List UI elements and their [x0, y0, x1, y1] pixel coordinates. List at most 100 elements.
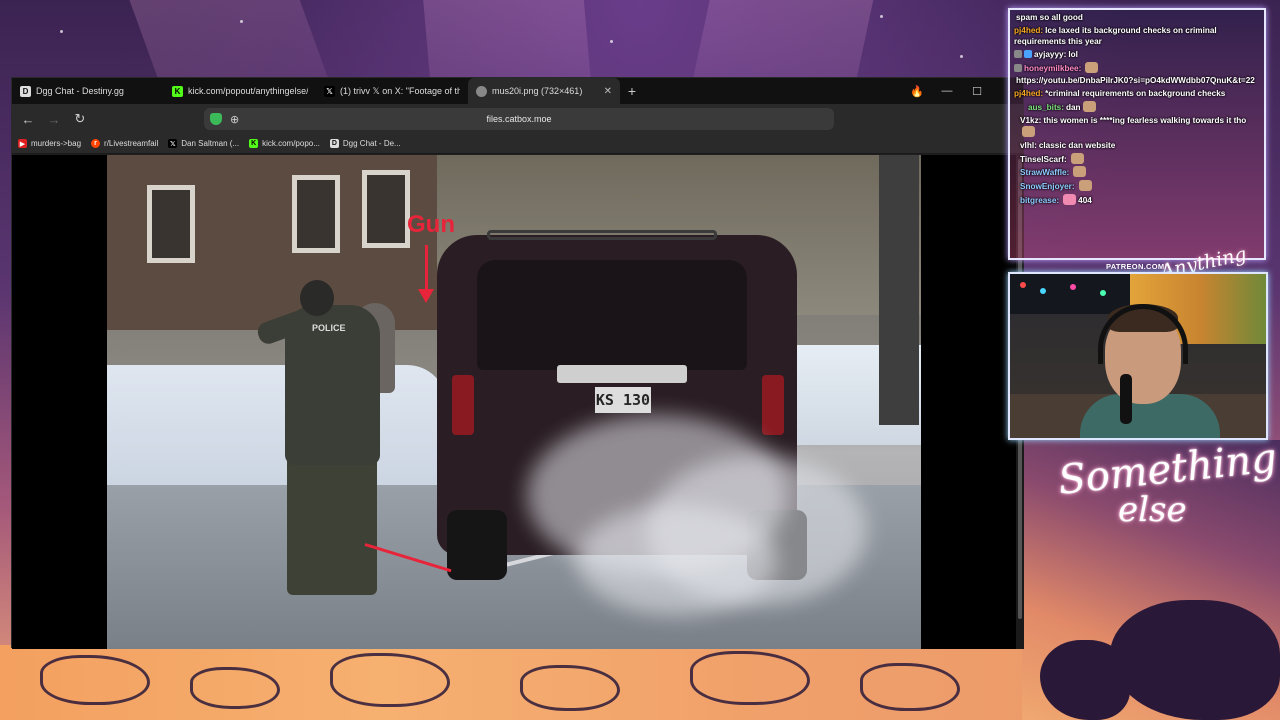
- chat-username: vlhl:: [1020, 140, 1037, 150]
- ground-crack: [860, 663, 960, 711]
- bookmark-dgg-chat[interactable]: D Dgg Chat - De...: [329, 139, 401, 148]
- window-controls: 🔥 — ☐: [902, 78, 992, 104]
- emote-icon: [1063, 193, 1077, 205]
- chat-message: spam so all good: [1016, 13, 1083, 22]
- suv-chrome-bar: [557, 365, 687, 383]
- tab-title: Dgg Chat - Destiny.gg: [36, 86, 124, 96]
- maximize-button[interactable]: ☐: [962, 85, 992, 98]
- bookmark-label: Dgg Chat - De...: [342, 139, 401, 148]
- badge-icon: [1024, 49, 1032, 58]
- chat-message: ayjayyy: lol: [1014, 49, 1260, 60]
- microphone: [1120, 374, 1132, 424]
- reload-icon[interactable]: ↻: [70, 111, 90, 127]
- emote-icon: [1085, 61, 1099, 73]
- webcam-feed: [1008, 272, 1268, 440]
- bookmark-label: kick.com/popo...: [262, 139, 320, 148]
- tab-x-post[interactable]: 𝕏 (1) trivv 𝕏 on X: "Footage of the ice: [316, 78, 468, 104]
- exhaust-cloud: [577, 505, 777, 615]
- image-icon: [476, 85, 487, 97]
- license-plate: KS 130: [595, 387, 651, 413]
- pole: [879, 155, 919, 425]
- chat-username: StrawWaffle:: [1020, 168, 1070, 178]
- ground-crack: [190, 667, 280, 709]
- chat-username: V1kz:: [1020, 115, 1042, 125]
- emote-icon: [1078, 180, 1092, 192]
- chat-message: TinselScarf:: [1014, 152, 1260, 165]
- destiny-icon: D: [20, 85, 31, 97]
- bookmark-label: murders->bag: [31, 139, 82, 148]
- chat-username: ayjayyy:: [1034, 49, 1067, 59]
- emote-icon: [1022, 125, 1035, 137]
- address-bar[interactable]: ⊕ files.catbox.moe: [204, 108, 834, 130]
- ground-crack: [40, 655, 150, 705]
- annotation-arrow: [425, 245, 428, 293]
- chat-message: SnowEnjoyer:: [1014, 180, 1260, 192]
- url-text: files.catbox.moe: [486, 114, 552, 124]
- star: [240, 20, 243, 23]
- patreon-url: PATREON.COM/: [1106, 262, 1167, 271]
- house-window: [362, 170, 410, 248]
- chat-username: pj4hed:: [1014, 89, 1044, 99]
- emote-icon: [1073, 166, 1087, 178]
- chat-message: aus_bits: dan: [1014, 100, 1260, 113]
- tab-destiny-chat[interactable]: D Dgg Chat - Destiny.gg: [12, 78, 164, 104]
- logo-line-2: else: [1118, 490, 1187, 530]
- bookmark-dan-saltman[interactable]: 𝕏 Dan Saltman (...: [168, 139, 239, 148]
- chat-username: honeymilkbee:: [1024, 63, 1082, 73]
- x-icon: 𝕏: [324, 85, 335, 97]
- chat-message: pj4hed: Ice laxed its background checks o…: [1014, 25, 1217, 46]
- chat-message: vlhl: classic dan website: [1020, 140, 1116, 150]
- ground-crack: [690, 651, 810, 705]
- star: [880, 15, 883, 18]
- flame-icon[interactable]: 🔥: [902, 85, 932, 98]
- chat-message: honeymilkbee:: [1014, 61, 1260, 74]
- close-tab-icon[interactable]: ✕: [604, 86, 612, 97]
- navigation-toolbar: ← → ↻ ⊕ files.catbox.moe: [12, 104, 1023, 134]
- kick-icon: K: [249, 139, 259, 148]
- bookmark-label: r/Livestreamfail: [104, 139, 159, 148]
- snow-bank: [107, 365, 447, 500]
- minimize-button[interactable]: —: [932, 85, 962, 97]
- annotation-arrow-head: [418, 289, 434, 303]
- chat-username: aus_bits:: [1028, 102, 1064, 112]
- chat-message: bitgrease: 404: [1020, 193, 1092, 205]
- tab-title: kick.com/popout/anythingelse/chat: [188, 86, 308, 96]
- chat-username: bitgrease:: [1020, 195, 1060, 205]
- tab-title: mus20i.png (732×461): [492, 86, 583, 96]
- bookmark-label: Dan Saltman (...: [181, 139, 240, 148]
- house-background: [107, 155, 467, 330]
- chat-message: StrawWaffle:: [1014, 166, 1260, 178]
- bookmark-kick[interactable]: K kick.com/popo...: [249, 139, 320, 148]
- chat-overlay: spam so all good pj4hed: Ice laxed its ba…: [1008, 8, 1266, 260]
- wheel: [447, 510, 507, 580]
- bookmark-murders-bag[interactable]: ▶ murders->bag: [18, 139, 81, 148]
- street-photo[interactable]: KS 130 POLICE Gun: [107, 155, 921, 649]
- reddit-icon: r: [91, 139, 101, 148]
- chat-username: TinselScarf:: [1020, 154, 1067, 164]
- back-arrow-icon[interactable]: ←: [18, 112, 38, 127]
- chat-username: pj4hed:: [1014, 25, 1044, 35]
- chat-username: SnowEnjoyer:: [1020, 182, 1075, 192]
- ground-crack: [520, 665, 620, 711]
- studio-background: [1010, 274, 1130, 314]
- taillight: [452, 375, 474, 435]
- badge-icon: [1014, 63, 1022, 72]
- bookmarks-bar: ▶ murders->bag r r/Livestreamfail 𝕏 Dan …: [12, 134, 1023, 154]
- suv-rear-window: [477, 260, 747, 370]
- tab-bar: D Dgg Chat - Destiny.gg K kick.com/popou…: [12, 78, 1023, 104]
- page-viewport: KS 130 POLICE Gun: [12, 155, 1016, 649]
- star: [960, 55, 963, 58]
- light: [1070, 284, 1076, 290]
- taillight: [762, 375, 784, 435]
- house-window: [147, 185, 195, 263]
- vest-label: POLICE: [312, 323, 346, 333]
- officer-head: [300, 280, 334, 316]
- bookmark-livestreamfail[interactable]: r r/Livestreamfail: [91, 139, 158, 148]
- gun-annotation-label: Gun: [407, 211, 455, 238]
- tab-image-active[interactable]: mus20i.png (732×461) ✕: [468, 78, 620, 104]
- x-icon: 𝕏: [168, 139, 178, 148]
- forward-arrow-icon[interactable]: →: [44, 112, 64, 127]
- destiny-icon: D: [329, 139, 339, 148]
- new-tab-button[interactable]: +: [620, 78, 644, 104]
- tab-kick-chat[interactable]: K kick.com/popout/anythingelse/chat: [164, 78, 316, 104]
